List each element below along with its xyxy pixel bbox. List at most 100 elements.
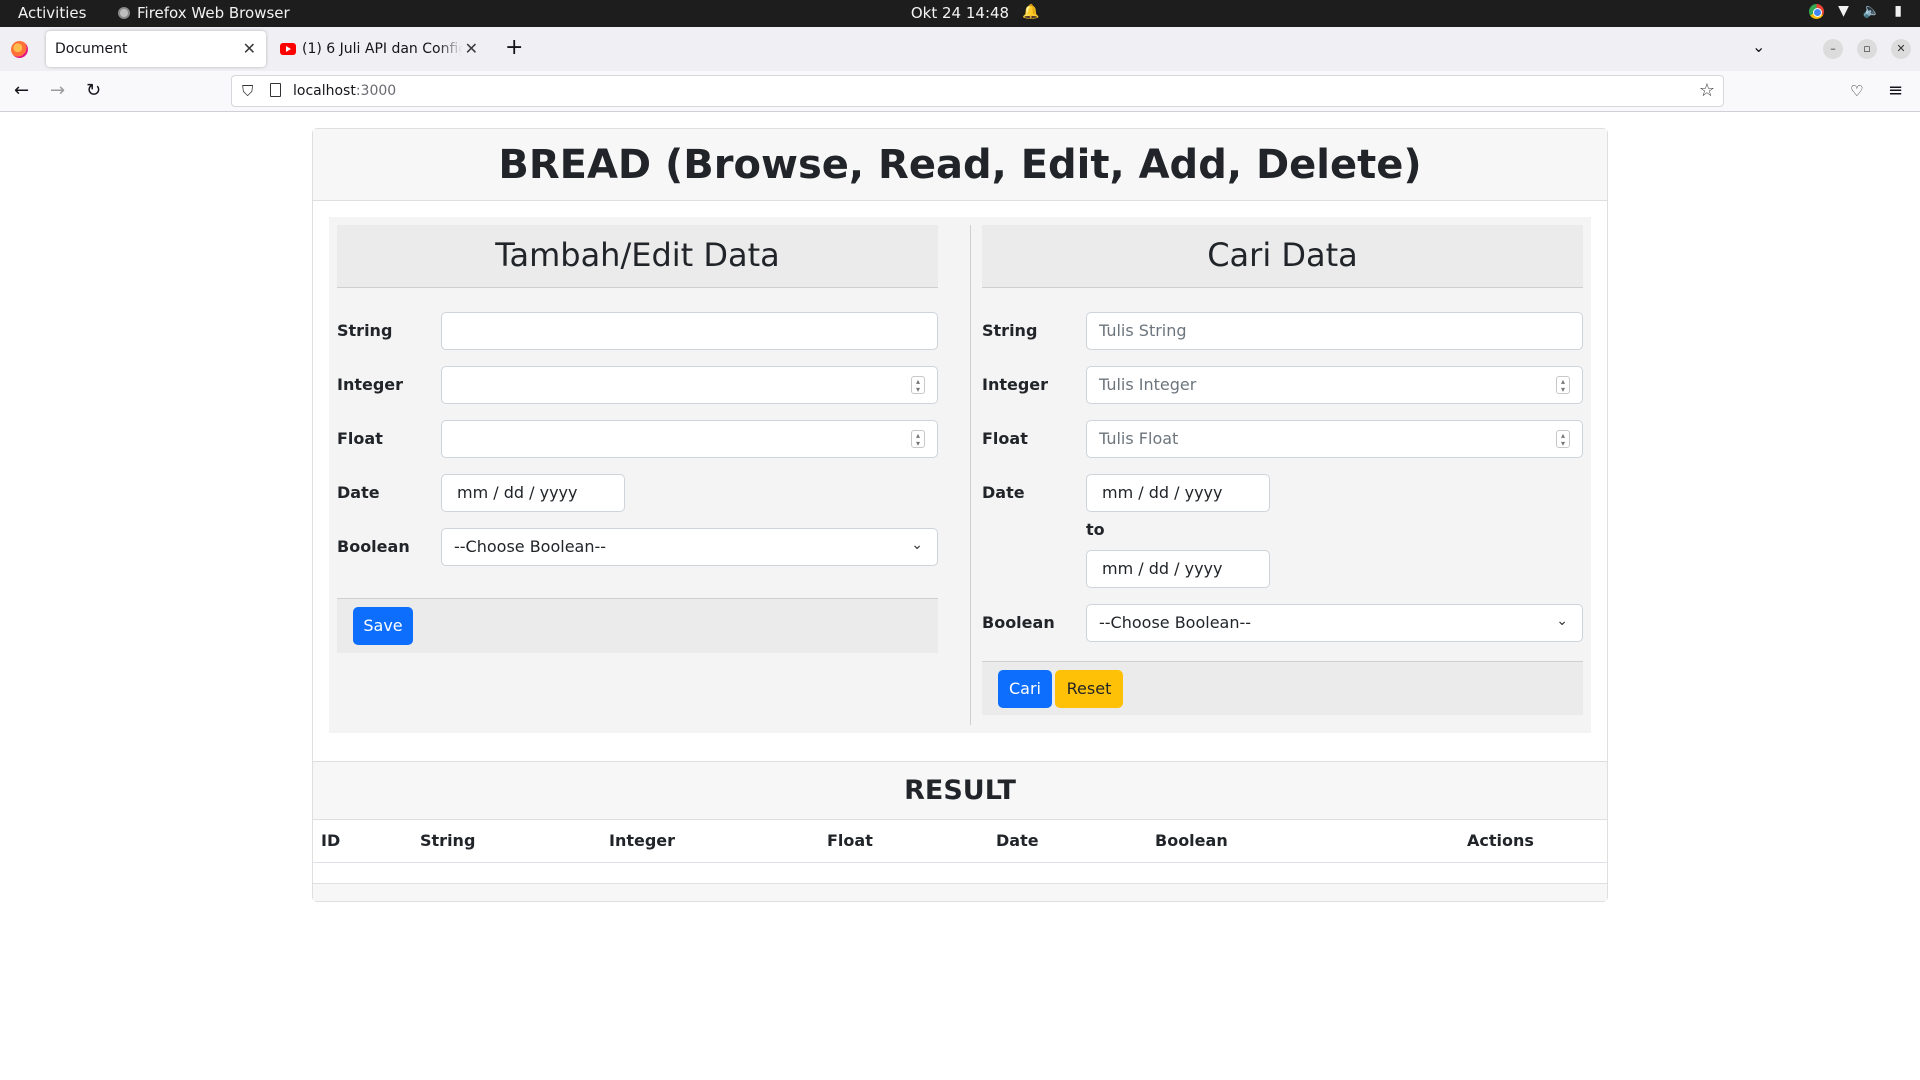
url-port: :3000 [355,83,397,99]
column-header-string: String [420,831,476,850]
integer-placeholder: Tulis Integer [1099,375,1197,394]
chevron-down-icon: ⌄ [911,537,923,553]
boolean-selected-value: --Choose Boolean-- [1099,613,1252,632]
spinner-icon[interactable]: ▴ ▾ [911,430,925,448]
back-icon[interactable]: ← [14,80,29,101]
add-edit-heading: Tambah/Edit Data [495,236,780,274]
url-host: localhost [293,83,356,99]
tab-title: (1) 6 Juli API dan Configuration [302,41,462,57]
url-bar[interactable]: ⛉ localhost:3000 ☆ [231,75,1724,107]
search-string-row: String Tulis String [982,312,1583,350]
column-header-boolean: Boolean [1155,831,1228,850]
maximize-icon[interactable]: ▫ [1857,39,1877,59]
chevron-down-icon: ⌄ [1556,613,1568,629]
card-footer [313,883,1607,901]
integer-label: Integer [982,375,1049,394]
close-window-icon[interactable]: ✕ [1891,39,1911,59]
page-info-icon[interactable] [270,83,281,97]
boolean-label: Boolean [337,537,410,556]
boolean-select[interactable]: --Choose Boolean-- ⌄ [441,528,938,566]
spinner-icon[interactable]: ▴ ▾ [911,376,925,394]
search-panel: Cari Data String Tulis String Integer Tu… [982,225,1583,715]
search-button[interactable]: Cari [998,670,1052,708]
wifi-icon: ▼ [1838,3,1849,19]
string-input[interactable] [441,312,938,350]
system-tray[interactable]: ▼ 🔈 ▮ [1809,3,1902,19]
result-table-header: ID String Integer Float Date Boolean Act… [313,820,1607,863]
tab-document[interactable]: Document ✕ [46,31,266,67]
boolean-selected-value: --Choose Boolean-- [454,537,607,556]
date-input[interactable]: mm / dd / yyyy [441,474,625,512]
result-header: RESULT [313,761,1607,820]
panel-divider [970,225,971,725]
string-row: String [337,312,938,350]
minimize-icon[interactable]: – [1823,39,1843,59]
clock[interactable]: Okt 24 14:48 [0,4,1920,22]
string-label: String [337,321,393,340]
list-all-tabs-icon[interactable]: ⌄ [1752,37,1765,56]
search-heading: Cari Data [1207,236,1358,274]
tracking-shield-icon[interactable]: ⛉ [242,82,253,100]
search-date-to-row: mm / dd / yyyy [982,550,1583,588]
column-header-integer: Integer [609,831,676,850]
spinner-icon[interactable]: ▴ ▾ [1556,376,1570,394]
boolean-row: Boolean --Choose Boolean-- ⌄ [337,528,938,566]
date-row: Date mm / dd / yyyy [337,474,938,512]
search-footer: Cari Reset [982,661,1583,715]
menu-icon[interactable]: ≡ [1888,80,1903,101]
search-date-row: Date mm / dd / yyyy [982,474,1583,512]
url-text[interactable]: localhost:3000 [293,83,396,99]
forms-area: Tambah/Edit Data String Integer ▴ ▾ Float… [329,217,1591,733]
add-edit-header: Tambah/Edit Data [337,225,938,288]
close-tab-icon[interactable]: ✕ [465,39,478,58]
column-header-id: ID [321,831,341,850]
page-content: BREAD (Browse, Read, Edit, Add, Delete) … [0,112,1920,1080]
float-label: Float [337,429,383,448]
integer-label: Integer [337,375,404,394]
date-to-input[interactable]: mm / dd / yyyy [1086,550,1270,588]
float-row: Float ▴ ▾ [337,420,938,458]
tab-title: Document [55,41,128,57]
float-input[interactable]: ▴ ▾ [441,420,938,458]
tab-strip: Document ✕ (1) 6 Juli API dan Configurat… [0,27,1920,71]
date-label: Date [982,483,1025,502]
forward-icon[interactable]: → [50,80,65,101]
search-integer-input[interactable]: Tulis Integer ▴ ▾ [1086,366,1583,404]
spinner-icon[interactable]: ▴ ▾ [1556,430,1570,448]
date-from-input[interactable]: mm / dd / yyyy [1086,474,1270,512]
search-string-input[interactable]: Tulis String [1086,312,1583,350]
integer-input[interactable]: ▴ ▾ [441,366,938,404]
card-header: BREAD (Browse, Read, Edit, Add, Delete) [313,129,1607,201]
youtube-icon [280,43,296,55]
bookmark-star-icon[interactable]: ☆ [1699,80,1715,101]
add-edit-footer: Save [337,598,938,653]
integer-row: Integer ▴ ▾ [337,366,938,404]
reload-icon[interactable]: ↻ [86,80,101,101]
chrome-tray-icon[interactable] [1809,3,1825,19]
navigation-bar: ← → ↻ ⛉ localhost:3000 ☆ ♡ ≡ [0,71,1920,112]
volume-icon: 🔈 [1862,3,1881,19]
reset-button[interactable]: Reset [1055,670,1123,708]
search-float-input[interactable]: Tulis Float ▴ ▾ [1086,420,1583,458]
column-header-date: Date [996,831,1039,850]
search-boolean-select[interactable]: --Choose Boolean-- ⌄ [1086,604,1583,642]
result-heading: RESULT [904,775,1016,806]
add-edit-panel: Tambah/Edit Data String Integer ▴ ▾ Float… [337,225,938,653]
close-tab-icon[interactable]: ✕ [243,39,256,58]
boolean-label: Boolean [982,613,1055,632]
tab-youtube[interactable]: (1) 6 Juli API dan Configuration ✕ [278,31,488,67]
new-tab-button[interactable]: + [505,35,523,60]
date-label: Date [337,483,380,502]
page-title: BREAD (Browse, Read, Edit, Add, Delete) [498,142,1422,188]
system-top-bar: Activities Firefox Web Browser Okt 24 14… [0,0,1920,27]
firefox-icon [11,41,28,58]
bread-card: BREAD (Browse, Read, Edit, Add, Delete) … [312,128,1608,902]
float-placeholder: Tulis Float [1099,429,1179,448]
notification-bell-icon[interactable]: 🔔 [1022,4,1039,20]
save-button[interactable]: Save [353,607,413,645]
pocket-icon[interactable]: ♡ [1850,82,1863,100]
battery-icon: ▮ [1894,3,1902,19]
search-boolean-row: Boolean --Choose Boolean-- ⌄ [982,604,1583,642]
column-header-float: Float [827,831,873,850]
date-to-label: to [1086,520,1105,539]
